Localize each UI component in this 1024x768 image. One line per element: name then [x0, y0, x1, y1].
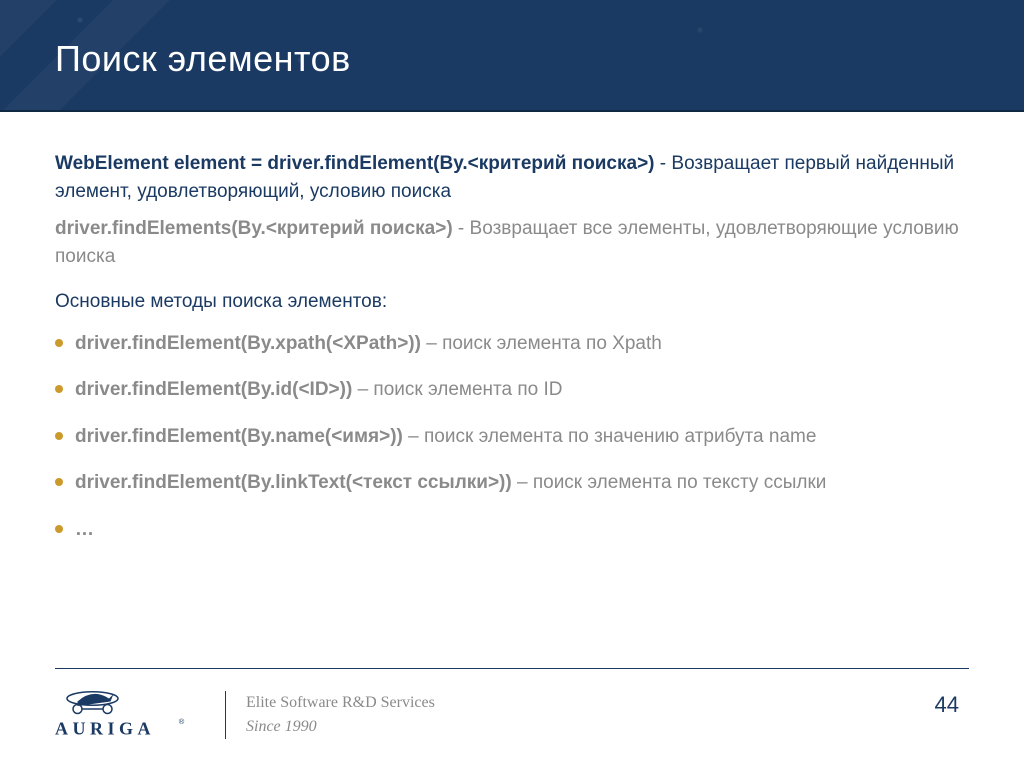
- footer: AURIGA ® Elite Software R&D Services Sin…: [55, 668, 969, 748]
- method-bold: driver.findElement(By.id(<ID>)): [75, 379, 352, 400]
- auriga-logo-icon: AURIGA ®: [55, 685, 205, 745]
- method-bold: driver.findElement(By.xpath(<XPath>)): [75, 333, 421, 354]
- footer-divider: [225, 691, 226, 739]
- code-signature-1: WebElement element = driver.findElement(…: [55, 153, 655, 174]
- list-item: driver.findElement(By.xpath(<XPath>)) – …: [55, 330, 969, 359]
- paragraph-2: driver.findElements(By.<критерий поиска>…: [55, 215, 969, 270]
- tagline-line-1: Elite Software R&D Services: [246, 691, 435, 714]
- method-desc: – поиск элемента по тексту ссылки: [512, 472, 827, 493]
- content-area: WebElement element = driver.findElement(…: [55, 150, 969, 562]
- method-bold: driver.findElement(By.name(<имя>)): [75, 426, 403, 447]
- paragraph-1: WebElement element = driver.findElement(…: [55, 150, 969, 205]
- list-item: driver.findElement(By.id(<ID>)) – поиск …: [55, 376, 969, 405]
- tagline-line-2: Since 1990: [246, 715, 435, 738]
- method-bold: driver.findElement(By.linkText(<текст сс…: [75, 472, 512, 493]
- list-item: driver.findElement(By.linkText(<текст сс…: [55, 469, 969, 498]
- slide: { "title": "Поиск элементов", "para1": {…: [0, 0, 1024, 768]
- list-item: driver.findElement(By.name(<имя>)) – пои…: [55, 423, 969, 452]
- code-signature-2: driver.findElements(By.<критерий поиска>…: [55, 218, 453, 239]
- method-desc: – поиск элемента по значению атрибута na…: [403, 426, 817, 447]
- footer-tagline: Elite Software R&D Services Since 1990: [246, 691, 435, 737]
- svg-text:®: ®: [179, 717, 185, 726]
- method-desc: – поиск элемента по Xpath: [421, 333, 662, 354]
- list-item: …: [55, 516, 969, 545]
- brand-wordmark: AURIGA: [55, 718, 155, 738]
- page-number: 44: [935, 692, 969, 718]
- slide-title: Поиск элементов: [55, 38, 351, 80]
- section-heading: Основные методы поиска элементов:: [55, 288, 969, 316]
- methods-list: driver.findElement(By.xpath(<XPath>)) – …: [55, 330, 969, 545]
- method-desc: – поиск элемента по ID: [352, 379, 562, 400]
- method-bold: …: [75, 519, 94, 540]
- brand-logo: AURIGA ®: [55, 685, 205, 745]
